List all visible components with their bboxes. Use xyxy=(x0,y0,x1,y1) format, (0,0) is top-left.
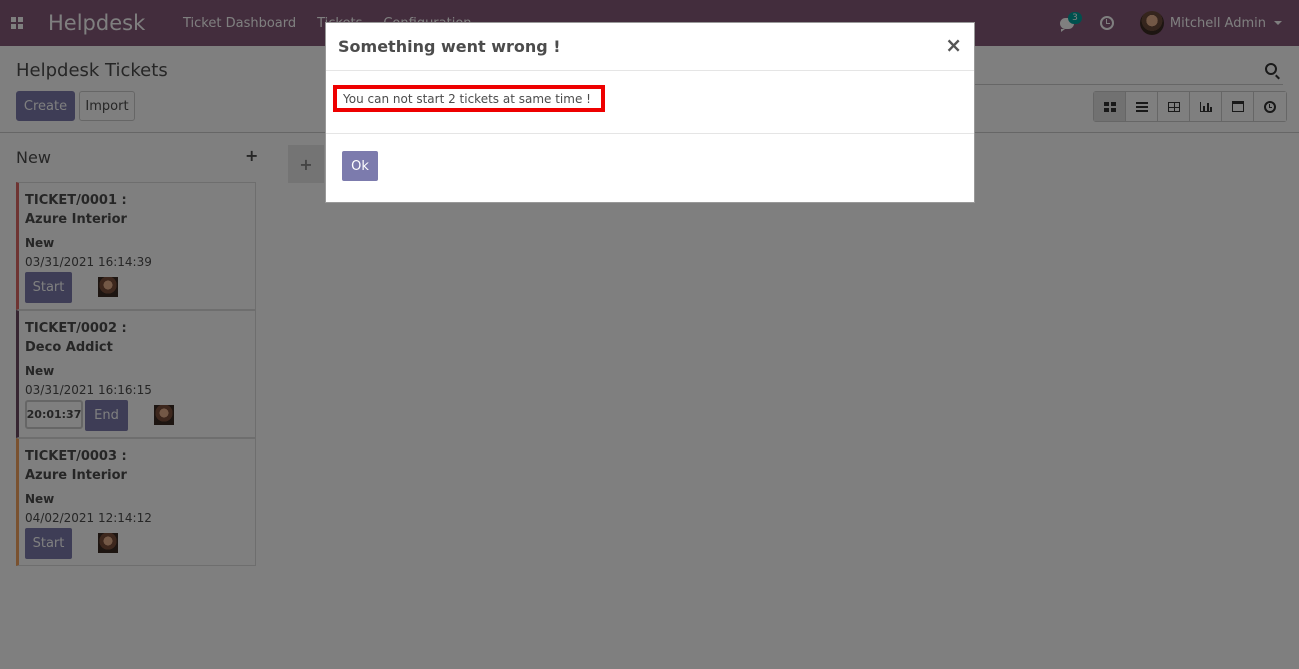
dialog-header: Something went wrong ! × xyxy=(326,23,974,71)
dialog-body: You can not start 2 tickets at same time… xyxy=(326,71,974,134)
error-dialog: Something went wrong ! × You can not sta… xyxy=(325,22,975,203)
dialog-title: Something went wrong ! xyxy=(338,37,561,56)
error-message: You can not start 2 tickets at same time… xyxy=(333,85,605,112)
dialog-footer: Ok xyxy=(326,134,974,202)
ok-button[interactable]: Ok xyxy=(342,151,378,181)
close-icon[interactable]: × xyxy=(945,33,962,57)
